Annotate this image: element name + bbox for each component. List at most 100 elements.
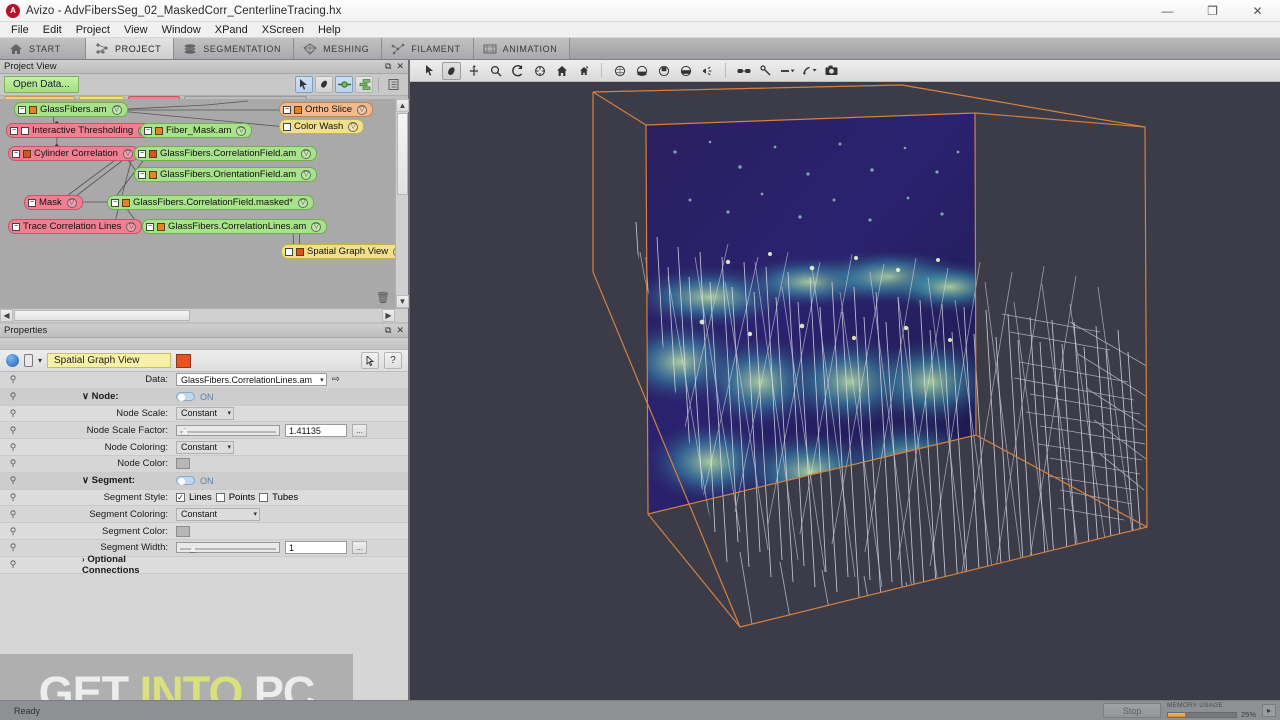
project-view-undock-button[interactable]: ⧉: [385, 61, 391, 72]
node-toggle[interactable]: [176, 392, 195, 402]
node-scale-combo[interactable]: Constant ▾: [176, 406, 234, 420]
menu-view[interactable]: View: [117, 22, 155, 38]
pin-icon[interactable]: ⚲: [0, 509, 26, 520]
segment-width-slider[interactable]: [176, 542, 280, 554]
headlight-icon[interactable]: [698, 62, 717, 80]
open-data-button[interactable]: Open Data...: [4, 76, 79, 93]
select-pointer-icon[interactable]: [295, 76, 313, 93]
menu-xscreen[interactable]: XScreen: [255, 22, 311, 38]
tab-project[interactable]: PROJECT: [86, 38, 175, 59]
tab-meshing[interactable]: MESHING: [294, 38, 383, 59]
segment-width-options-button[interactable]: ...: [352, 541, 367, 555]
chevron-down-icon[interactable]: ▾: [38, 356, 42, 365]
menu-project[interactable]: Project: [69, 22, 117, 38]
segment-coloring-combo[interactable]: Constant ▾: [176, 507, 260, 521]
select-arrow-icon[interactable]: [420, 62, 439, 80]
camera-view-icon[interactable]: [676, 62, 695, 80]
node-color-swatch[interactable]: [176, 458, 190, 470]
rotate-refresh-icon[interactable]: [508, 62, 527, 80]
pin-icon[interactable]: ⚲: [0, 391, 26, 402]
translate-icon[interactable]: [464, 62, 483, 80]
segment-color-swatch[interactable]: [176, 525, 190, 537]
node-glassfibers-correlationfield-am[interactable]: − GlassFibers.CorrelationField.am ▽: [134, 146, 318, 161]
tab-filament[interactable]: FILAMENT: [382, 38, 474, 59]
trash-icon[interactable]: 🗑: [376, 291, 390, 304]
node-collapse-box[interactable]: −: [138, 149, 146, 158]
scroll-up-button[interactable]: ▲: [396, 99, 409, 112]
node-menu-icon[interactable]: ▽: [301, 169, 312, 180]
node-menu-icon[interactable]: ▽: [297, 197, 308, 208]
maximize-button[interactable]: ❐: [1190, 0, 1235, 22]
tab-segmentation[interactable]: SEGMENTATION: [174, 38, 295, 59]
pin-icon[interactable]: ⚲: [0, 492, 26, 503]
node-glassfibers-orientationfield-am[interactable]: − GlassFibers.OrientationField.am ▽: [134, 167, 318, 182]
project-view-vertical-scrollbar[interactable]: ▲ ▼: [395, 99, 409, 308]
measure-icon[interactable]: [756, 62, 775, 80]
node-collapse-box[interactable]: −: [12, 222, 20, 231]
segment-style-lines-checkbox[interactable]: ✓: [176, 492, 185, 502]
ortho-icon[interactable]: [654, 62, 673, 80]
port-toggle-icon[interactable]: [24, 354, 33, 367]
optional-connections-caret[interactable]: ›: [82, 555, 85, 564]
node-glassfibers-correlationlines-am[interactable]: − GlassFibers.CorrelationLines.am ▽: [142, 219, 328, 234]
scroll-down-button[interactable]: ▼: [396, 295, 409, 308]
align-nodes-icon[interactable]: [355, 76, 373, 93]
help-button[interactable]: ?: [384, 352, 402, 369]
menu-xpand[interactable]: XPand: [208, 22, 255, 38]
menu-window[interactable]: Window: [155, 22, 208, 38]
property-label[interactable]: › Optional Connections: [26, 554, 176, 576]
pin-icon[interactable]: ⚲: [0, 425, 26, 436]
list-view-icon[interactable]: [384, 76, 402, 93]
project-graph-canvas[interactable]: − GlassFibers.am ▽ − Interactive Thresho…: [0, 99, 408, 308]
node-menu-icon[interactable]: ▽: [348, 121, 359, 132]
pin-icon[interactable]: ⚲: [0, 475, 26, 486]
node-coloring-combo[interactable]: Constant ▾: [176, 440, 234, 454]
segment-style-points-checkbox[interactable]: [215, 492, 225, 502]
project-view-close-button[interactable]: ✕: [396, 61, 404, 72]
status-expand-button[interactable]: ▸: [1262, 704, 1276, 717]
pin-icon[interactable]: ⚲: [0, 408, 26, 419]
menu-help[interactable]: Help: [311, 22, 348, 38]
stop-button[interactable]: Stop: [1102, 703, 1161, 718]
node-collapse-box[interactable]: −: [146, 222, 154, 231]
node-color-wash[interactable]: Color Wash ▽: [279, 119, 365, 134]
node-collapse-box[interactable]: −: [111, 198, 119, 207]
pin-icon[interactable]: ⚲: [0, 542, 26, 553]
node-glassfibers-am[interactable]: − GlassFibers.am ▽: [14, 102, 128, 117]
pointer-icon[interactable]: [361, 352, 379, 369]
node-interactive-thresholding[interactable]: − Interactive Thresholding ▽: [6, 123, 155, 138]
node-collapse-box[interactable]: −: [12, 149, 20, 158]
node-menu-icon[interactable]: ▽: [66, 197, 77, 208]
scroll-left-button[interactable]: ◀: [0, 309, 13, 322]
module-color-swatch[interactable]: [176, 353, 192, 368]
node-menu-icon[interactable]: ▽: [122, 148, 133, 159]
node-collapse-box[interactable]: −: [144, 126, 152, 135]
perspective-icon[interactable]: [632, 62, 651, 80]
scroll-right-button[interactable]: ▶: [382, 309, 395, 322]
node-collapse-box[interactable]: −: [283, 105, 291, 114]
tab-start[interactable]: START: [0, 38, 86, 59]
node-collapse-box[interactable]: −: [28, 198, 36, 207]
node-scale-factor-slider[interactable]: [176, 424, 280, 436]
pin-icon[interactable]: ⚲: [0, 442, 26, 453]
pin-icon[interactable]: ⚲: [0, 526, 26, 537]
horizontal-scroll-thumb[interactable]: [14, 310, 190, 321]
node-collapse-box[interactable]: −: [138, 170, 146, 179]
node-fiber-mask-am[interactable]: − Fiber_Mask.am ▽: [140, 123, 253, 138]
pan-hand-icon[interactable]: [315, 76, 333, 93]
node-menu-icon[interactable]: ▽: [111, 104, 122, 115]
set-home-icon[interactable]: [574, 62, 593, 80]
node-ortho-slice[interactable]: − Ortho Slice ▽: [279, 102, 373, 117]
project-view-horizontal-scrollbar[interactable]: ◀ ▶: [0, 308, 408, 322]
properties-close-button[interactable]: ✕: [396, 325, 404, 336]
data-goto-icon[interactable]: ⇨: [332, 374, 340, 385]
node-trace-correlation-lines[interactable]: − Trace Correlation Lines ▽: [8, 219, 143, 234]
segment-width-value[interactable]: 1: [285, 541, 347, 555]
viewer-3d-canvas[interactable]: [410, 82, 1280, 700]
properties-undock-button[interactable]: ⧉: [385, 325, 391, 336]
tab-animation[interactable]: ANIMATION: [473, 38, 571, 59]
menu-file[interactable]: File: [4, 22, 36, 38]
node-group-caret[interactable]: ∨: [82, 391, 89, 402]
node-menu-icon[interactable]: ▽: [311, 221, 322, 232]
snapshot-menu-icon[interactable]: [800, 62, 819, 80]
